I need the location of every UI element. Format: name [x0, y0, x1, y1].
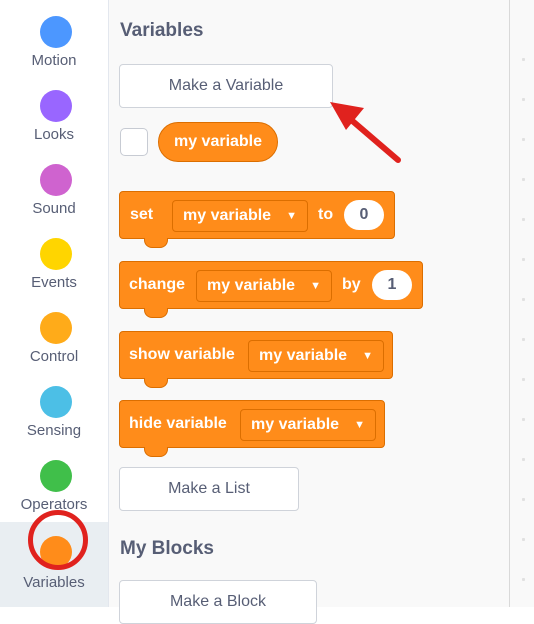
block-notch	[144, 308, 168, 318]
block-notch	[144, 238, 168, 248]
block-notch	[144, 447, 168, 457]
value-input[interactable]: 0	[344, 200, 384, 230]
events-dot-icon	[40, 238, 72, 270]
category-events[interactable]: Events	[0, 234, 108, 306]
dropdown-value: my variable	[251, 416, 340, 433]
dropdown-value: my variable	[183, 207, 272, 224]
dropdown-value: my variable	[207, 277, 296, 294]
block-label: to	[318, 206, 334, 223]
grid-dot	[522, 418, 525, 421]
sensing-dot-icon	[40, 386, 72, 418]
category-label: Control	[29, 348, 79, 365]
grid-dot	[522, 98, 525, 101]
caret-down-icon: ▼	[362, 350, 373, 362]
block-label: show variable	[129, 346, 235, 363]
block-label: hide variable	[129, 415, 227, 432]
dropdown-value: my variable	[259, 347, 348, 364]
variable-dropdown[interactable]: my variable ▼	[172, 200, 308, 232]
grid-dot	[522, 578, 525, 581]
category-menu: Motion Looks Sound Events Control Sensin…	[0, 0, 109, 607]
my-blocks-section-title: My Blocks	[120, 538, 214, 559]
code-workspace[interactable]	[510, 0, 534, 607]
variable-monitor-checkbox[interactable]	[120, 128, 148, 156]
show-variable-block[interactable]: show variable my variable ▼	[119, 331, 393, 388]
value-input[interactable]: 1	[372, 270, 412, 300]
hide-variable-block[interactable]: hide variable my variable ▼	[119, 400, 385, 457]
motion-dot-icon	[40, 16, 72, 48]
make-block-button[interactable]: Make a Block	[119, 580, 317, 624]
variable-dropdown[interactable]: my variable ▼	[196, 270, 332, 302]
category-label: Variables	[23, 574, 85, 591]
category-motion[interactable]: Motion	[0, 12, 108, 84]
block-label: set	[130, 206, 154, 223]
block-notch	[144, 378, 168, 388]
category-label: Sensing	[26, 422, 82, 439]
grid-dot	[522, 138, 525, 141]
category-label: Motion	[31, 52, 77, 69]
make-variable-button[interactable]: Make a Variable	[119, 64, 333, 108]
caret-down-icon: ▼	[354, 419, 365, 431]
variable-dropdown[interactable]: my variable ▼	[240, 409, 376, 441]
caret-down-icon: ▼	[286, 210, 297, 222]
sound-dot-icon	[40, 164, 72, 196]
grid-dot	[522, 538, 525, 541]
grid-dot	[522, 178, 525, 181]
block-label: by	[342, 276, 361, 293]
variables-section-title: Variables	[120, 20, 204, 41]
category-sensing[interactable]: Sensing	[0, 382, 108, 454]
operators-dot-icon	[40, 460, 72, 492]
grid-dot	[522, 298, 525, 301]
grid-dot	[522, 258, 525, 261]
control-dot-icon	[40, 312, 72, 344]
grid-dot	[522, 338, 525, 341]
variable-dropdown[interactable]: my variable ▼	[248, 340, 384, 372]
highlight-circle-annotation	[28, 510, 88, 570]
change-variable-block[interactable]: change my variable ▼ by 1	[119, 261, 423, 318]
grid-dot	[522, 58, 525, 61]
grid-dot	[522, 498, 525, 501]
category-looks[interactable]: Looks	[0, 86, 108, 158]
grid-dot	[522, 218, 525, 221]
set-variable-block[interactable]: set my variable ▼ to 0	[119, 191, 395, 248]
category-label: Sound	[32, 200, 76, 217]
looks-dot-icon	[40, 90, 72, 122]
category-label: Looks	[33, 126, 75, 143]
caret-down-icon: ▼	[310, 280, 321, 292]
category-sound[interactable]: Sound	[0, 160, 108, 232]
arrow-annotation-icon	[330, 102, 401, 163]
category-control[interactable]: Control	[0, 308, 108, 380]
grid-dot	[522, 458, 525, 461]
my-variable-reporter[interactable]: my variable	[158, 122, 278, 162]
block-label: change	[129, 276, 186, 293]
category-label: Events	[31, 274, 77, 291]
make-list-button[interactable]: Make a List	[119, 467, 299, 511]
grid-dot	[522, 378, 525, 381]
